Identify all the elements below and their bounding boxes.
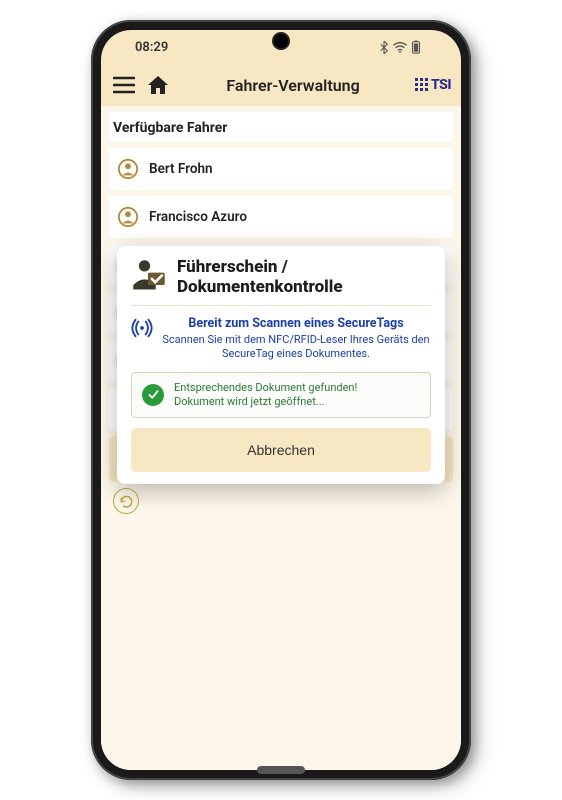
- scan-dialog: Führerschein / Dokumentenkontrolle: [117, 246, 445, 484]
- dialog-title: Führerschein / Dokumentenkontrolle: [177, 258, 431, 297]
- page-title: Fahrer-Verwaltung: [179, 76, 407, 95]
- home-icon: [147, 75, 169, 95]
- dialog-scan-section: Bereit zum Scannen eines SecureTags Scan…: [131, 316, 431, 362]
- driver-icon: [117, 158, 139, 180]
- document-check-icon: [131, 258, 167, 294]
- driver-row[interactable]: Bert Frohn: [109, 148, 453, 190]
- check-circle-icon: [142, 384, 164, 406]
- driver-name: Bert Frohn: [149, 161, 213, 177]
- cancel-button[interactable]: Abbrechen: [131, 428, 431, 472]
- status-time: 08:29: [121, 40, 168, 55]
- driver-row[interactable]: Francisco Azuro: [109, 196, 453, 238]
- camera-notch: [274, 34, 288, 48]
- scan-subtitle: Scannen Sie mit dem NFC/RFID-Leser Ihres…: [161, 333, 431, 362]
- brand-logo: TSI: [415, 77, 451, 93]
- driver-name: Francisco Azuro: [149, 209, 247, 225]
- refresh-row: [109, 482, 453, 514]
- status-line2: Dokument wird jetzt geöffnet...: [174, 395, 357, 409]
- logo-grid-icon: [415, 78, 429, 92]
- bluetooth-icon: [379, 41, 389, 54]
- scan-title: Bereit zum Scannen eines SecureTags: [161, 316, 431, 331]
- content-area: Verfügbare Fahrer Bert Frohn Francisco A…: [101, 106, 461, 770]
- app-header: Fahrer-Verwaltung TSI: [101, 64, 461, 106]
- home-indicator: [257, 766, 305, 774]
- nfc-icon: [131, 318, 153, 342]
- refresh-button[interactable]: [113, 488, 139, 514]
- battery-icon: [411, 40, 421, 54]
- driver-icon: [117, 206, 139, 228]
- dialog-header: Führerschein / Dokumentenkontrolle: [131, 258, 431, 306]
- refresh-icon: [119, 494, 134, 509]
- hamburger-icon: [113, 76, 135, 94]
- phone-frame: 08:29 Fahrer-Verwaltung T: [91, 20, 471, 780]
- status-icons: [379, 40, 421, 54]
- logo-text: TSI: [431, 77, 451, 93]
- dialog-status: Entsprechendes Dokument gefunden! Dokume…: [131, 372, 431, 419]
- screen: 08:29 Fahrer-Verwaltung T: [101, 30, 461, 770]
- wifi-icon: [393, 42, 407, 53]
- home-button[interactable]: [145, 72, 171, 98]
- status-text: Entsprechendes Dokument gefunden! Dokume…: [174, 381, 357, 410]
- menu-button[interactable]: [111, 72, 137, 98]
- section-title: Verfügbare Fahrer: [109, 112, 453, 142]
- status-line1: Entsprechendes Dokument gefunden!: [174, 381, 357, 395]
